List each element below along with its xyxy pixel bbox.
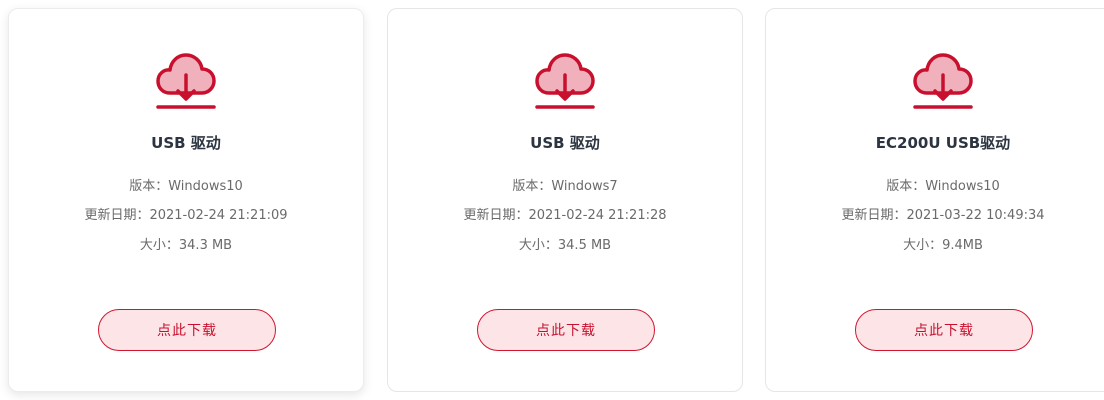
driver-card: EC200U USB驱动 版本：Windows10 更新日期：2021-03-2… xyxy=(765,8,1104,392)
driver-download-list: USB 驱动 版本：Windows10 更新日期：2021-02-24 21:2… xyxy=(0,0,1104,400)
driver-updated-date: 更新日期：2021-02-24 21:21:28 xyxy=(463,208,667,223)
driver-card: USB 驱动 版本：Windows7 更新日期：2021-02-24 21:21… xyxy=(387,8,743,392)
driver-title: EC200U USB驱动 xyxy=(875,134,1011,152)
driver-version: 版本：Windows10 xyxy=(129,179,243,194)
download-button[interactable]: 点此下载 xyxy=(98,309,276,351)
driver-size: 大小：34.5 MB xyxy=(518,238,612,253)
driver-title: USB 驱动 xyxy=(151,134,221,152)
driver-updated-date: 更新日期：2021-02-24 21:21:09 xyxy=(84,208,288,223)
download-button[interactable]: 点此下载 xyxy=(477,309,655,351)
driver-title: USB 驱动 xyxy=(530,134,600,152)
cloud-download-icon xyxy=(9,53,363,117)
driver-size: 大小：9.4MB xyxy=(903,238,983,253)
driver-card: USB 驱动 版本：Windows10 更新日期：2021-02-24 21:2… xyxy=(8,8,364,392)
driver-version: 版本：Windows7 xyxy=(512,179,618,194)
cloud-download-icon xyxy=(766,53,1104,117)
driver-version: 版本：Windows10 xyxy=(886,179,1000,194)
download-button[interactable]: 点此下载 xyxy=(855,309,1033,351)
driver-size: 大小：34.3 MB xyxy=(139,238,233,253)
driver-updated-date: 更新日期：2021-03-22 10:49:34 xyxy=(841,208,1045,223)
cloud-download-icon xyxy=(388,53,742,117)
